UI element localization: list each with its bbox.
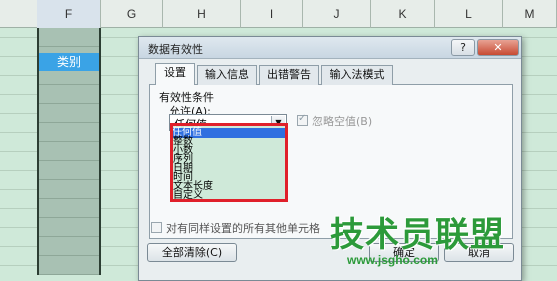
apply-all-label: 对有同样设置的所有其他单元格 bbox=[166, 222, 320, 235]
watermark-logo: 技术员联盟 bbox=[330, 215, 505, 255]
apply-all-option[interactable]: 对有同样设置的所有其他单元格 bbox=[151, 220, 320, 236]
dialog-title-bar[interactable]: 数据有效性 ? ✕ bbox=[139, 37, 521, 59]
column-header-g[interactable]: G bbox=[101, 0, 163, 28]
help-button[interactable]: ? bbox=[451, 39, 475, 56]
close-button[interactable]: ✕ bbox=[477, 39, 519, 56]
tab-settings[interactable]: 设置 bbox=[155, 63, 195, 85]
tab-ime-mode[interactable]: 输入法模式 bbox=[321, 65, 393, 85]
column-header-k[interactable]: K bbox=[371, 0, 435, 28]
category-cell[interactable]: 类别 bbox=[37, 53, 101, 71]
ignore-blank-label: 忽略空值(B) bbox=[312, 115, 373, 128]
ignore-blank-checkbox[interactable] bbox=[297, 113, 308, 126]
watermark-url: www.jsgho.com bbox=[347, 253, 438, 267]
column-header-l[interactable]: L bbox=[435, 0, 503, 28]
option-custom[interactable]: 自定义 bbox=[173, 191, 203, 201]
column-header-row: F G H I J K L M bbox=[0, 0, 557, 28]
column-header-h[interactable]: H bbox=[163, 0, 241, 28]
clear-all-button[interactable]: 全部清除(C) bbox=[147, 243, 237, 262]
close-icon: ✕ bbox=[493, 41, 503, 54]
ignore-blank-option[interactable]: 忽略空值(B) bbox=[297, 113, 372, 129]
tab-error-alert[interactable]: 出错警告 bbox=[259, 65, 319, 85]
column-header-m[interactable]: M bbox=[503, 0, 557, 28]
column-header-i[interactable]: I bbox=[241, 0, 303, 28]
dialog-title: 数据有效性 bbox=[148, 43, 203, 56]
tab-input-message[interactable]: 输入信息 bbox=[197, 65, 257, 85]
column-header-j[interactable]: J bbox=[303, 0, 371, 28]
help-icon: ? bbox=[460, 41, 466, 54]
column-header-f[interactable]: F bbox=[37, 0, 101, 28]
apply-all-checkbox[interactable] bbox=[151, 222, 162, 233]
allow-dropdown-list: 任何值 整数 小数 序列 日期 时间 文本长度 自定义 bbox=[170, 125, 288, 201]
